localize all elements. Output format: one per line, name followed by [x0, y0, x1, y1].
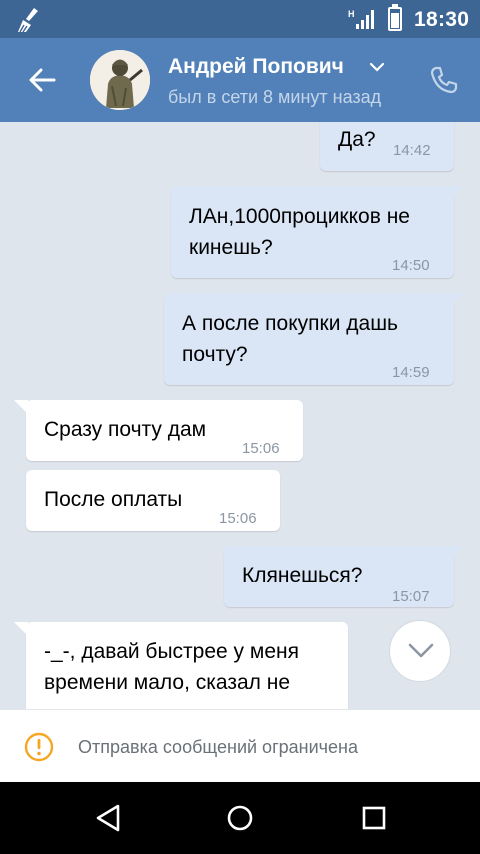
- back-arrow-icon[interactable]: [24, 62, 60, 98]
- message-text: Сразу почту дам: [44, 418, 207, 441]
- message-time: 14:50: [392, 257, 430, 274]
- notice-text: Отправка сообщений ограничена: [78, 737, 358, 757]
- message-bubble-incoming[interactable]: -_-, давай быстрее у меня времени мало, …: [14, 622, 348, 709]
- message-text: Да?: [338, 128, 376, 151]
- system-navigation-bar: [0, 782, 480, 854]
- cleaner-broom-icon: [18, 8, 38, 33]
- scroll-to-bottom-button[interactable]: [389, 620, 451, 682]
- message-bubble-outgoing[interactable]: Клянешься? 15:07: [224, 546, 464, 607]
- contact-name[interactable]: Андрей Попович: [168, 55, 344, 79]
- message-bubble-incoming[interactable]: Сразу почту дам 15:06: [14, 400, 303, 461]
- avatar-image: [90, 50, 150, 110]
- status-bar: H 18:30: [0, 0, 480, 38]
- clock: 18:30: [414, 8, 470, 31]
- message-time: 15:07: [392, 588, 430, 605]
- message-bubble-outgoing[interactable]: Да? 14:42: [320, 122, 454, 171]
- message-time: 14:42: [393, 142, 431, 159]
- message-bubble-outgoing[interactable]: ЛАн,1000процикков не кинешь? 14:50: [171, 186, 464, 278]
- avatar[interactable]: [90, 50, 150, 110]
- nav-recents-icon[interactable]: [356, 800, 392, 836]
- message-text: После оплаты: [44, 488, 183, 511]
- battery-icon: [388, 4, 402, 31]
- message-bubble-outgoing[interactable]: А после покупки дашь почту? 14:59: [164, 293, 464, 385]
- svg-text:H: H: [348, 9, 355, 19]
- messaging-restricted-notice: Отправка сообщений ограничена: [0, 709, 480, 782]
- chevron-down-icon[interactable]: [368, 58, 386, 76]
- nav-home-icon[interactable]: [222, 800, 258, 836]
- message-time: 15:06: [242, 440, 280, 457]
- chevron-down-icon: [408, 643, 434, 658]
- nav-back-icon[interactable]: [90, 800, 126, 836]
- message-time: 15:06: [219, 510, 257, 527]
- chat-header: Андрей Попович был в сети 8 минут назад: [0, 38, 480, 122]
- message-text: Клянешься?: [242, 564, 363, 587]
- last-seen-status: был в сети 8 минут назад: [168, 87, 382, 107]
- battery-level: [391, 13, 399, 28]
- phone-icon[interactable]: [428, 64, 460, 96]
- message-bubble-incoming[interactable]: После оплаты 15:06: [26, 470, 280, 531]
- message-time: 14:59: [392, 364, 430, 381]
- message-text: -_-, давай быстрее у меня времени мало, …: [44, 640, 299, 694]
- message-list[interactable]: Да? 14:42 ЛАн,1000процикков не кинешь? 1…: [0, 122, 480, 709]
- signal-icon: H: [348, 9, 374, 29]
- warning-icon: [24, 732, 54, 762]
